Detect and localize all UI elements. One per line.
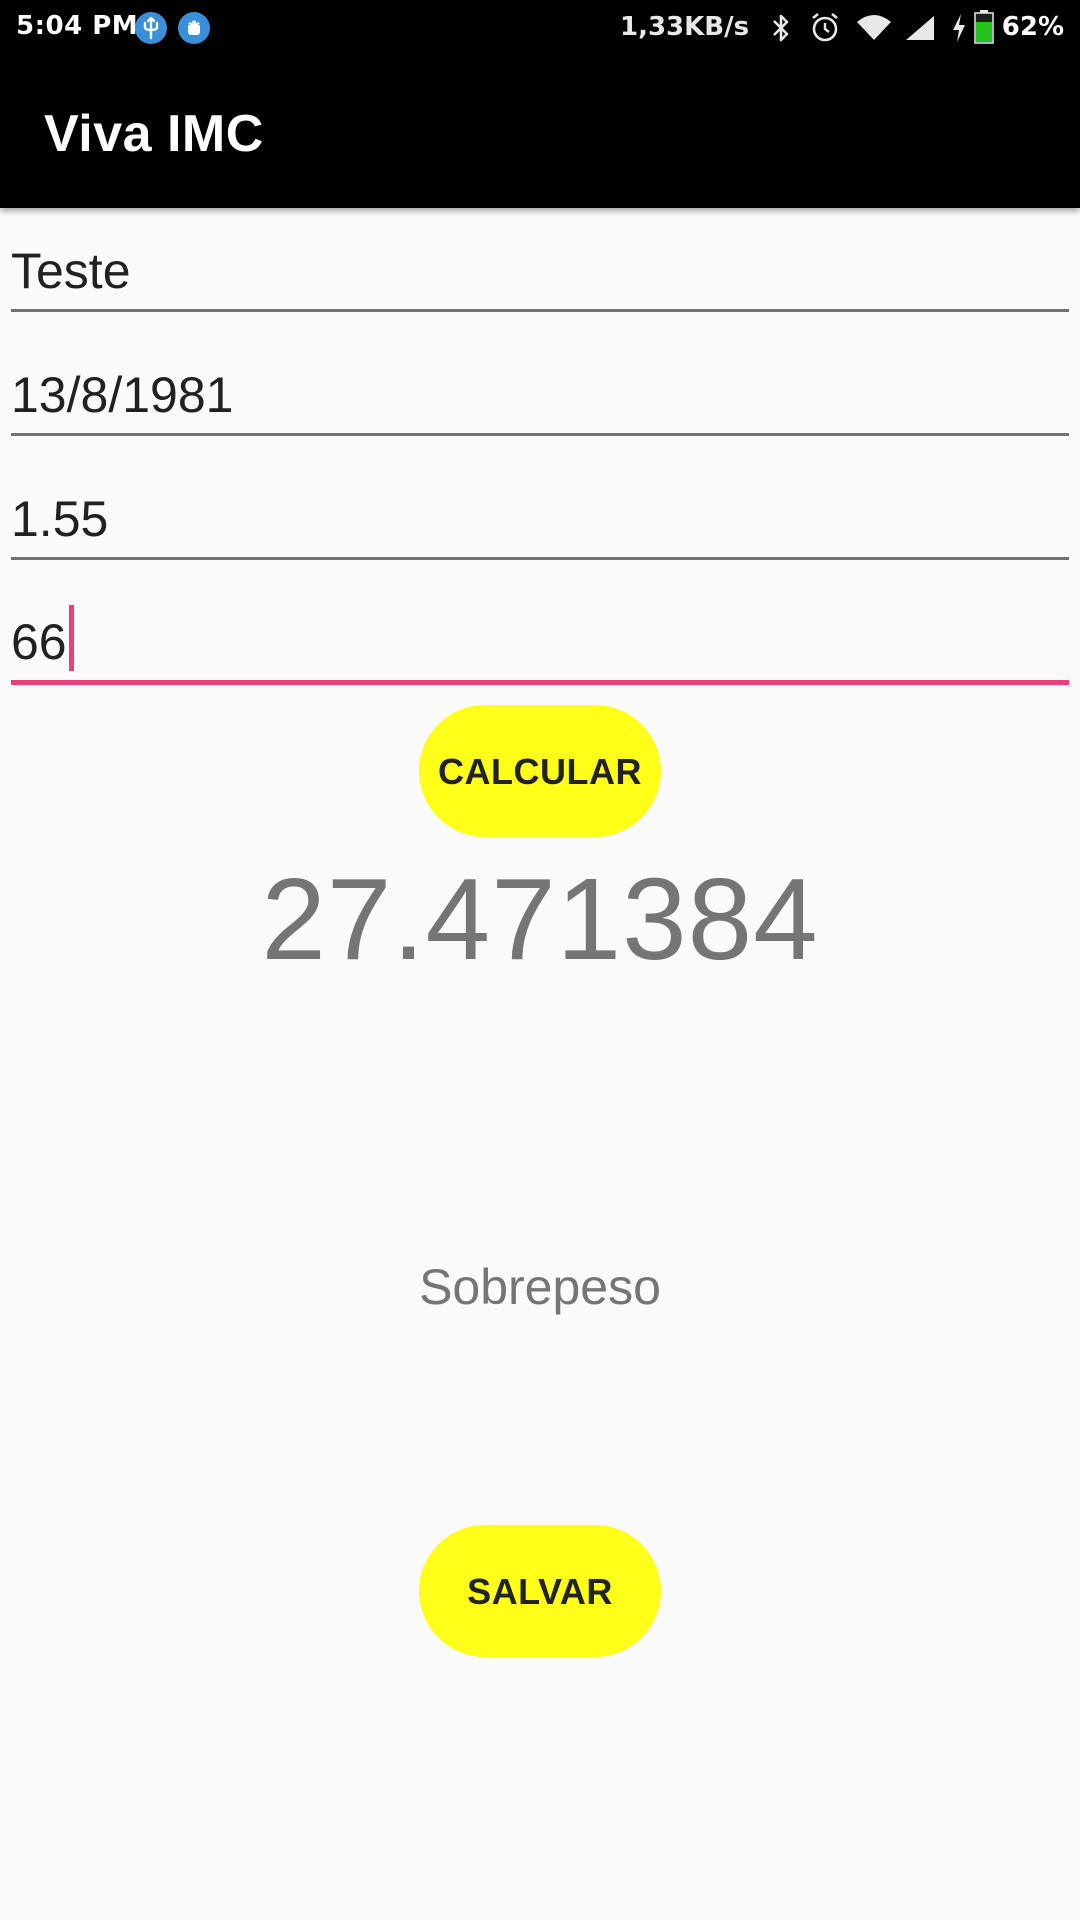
battery-percentage: 62% <box>1001 12 1064 42</box>
wifi-icon <box>856 14 892 49</box>
charging-icon <box>950 12 968 51</box>
bmi-classification: Sobrepeso <box>419 1259 661 1315</box>
network-speed: 1,33KB/s <box>620 12 750 42</box>
app-title: Viva IMC <box>44 105 264 163</box>
name-field-value: Teste <box>11 243 131 299</box>
app-bar: Viva IMC <box>0 56 1080 208</box>
weight-field[interactable]: 66 <box>11 585 1069 685</box>
save-button[interactable]: SALVAR <box>419 1525 661 1657</box>
height-field-value: 1.55 <box>11 491 109 547</box>
birth-date-field[interactable]: 13/8/1981 <box>11 336 1069 436</box>
bmi-result-value: 27.471384 <box>261 854 819 984</box>
status-time: 5:04 PM <box>16 11 139 41</box>
weight-field-value-wrap: 66 <box>11 605 74 671</box>
weight-field-underline <box>11 680 1069 685</box>
birth-date-field-value: 13/8/1981 <box>11 367 234 423</box>
bluetooth-icon <box>770 12 792 51</box>
calculate-button[interactable]: CALCULAR <box>419 705 661 837</box>
height-field-underline <box>11 557 1069 560</box>
height-field[interactable]: 1.55 <box>11 460 1069 560</box>
birth-date-field-underline <box>11 433 1069 436</box>
alarm-icon <box>808 10 842 51</box>
name-field[interactable]: Teste <box>11 212 1069 312</box>
usb-icon <box>135 12 167 44</box>
android-debug-icon <box>178 12 210 44</box>
name-field-underline <box>11 309 1069 312</box>
status-indicators: 1,33KB/s 62% <box>620 0 1080 56</box>
status-bar: 5:04 PM 1,33KB/s 62% <box>0 0 1080 56</box>
weight-field-value: 66 <box>11 614 67 670</box>
signal-icon <box>904 14 936 49</box>
battery-icon <box>974 10 994 51</box>
text-cursor <box>68 605 74 671</box>
